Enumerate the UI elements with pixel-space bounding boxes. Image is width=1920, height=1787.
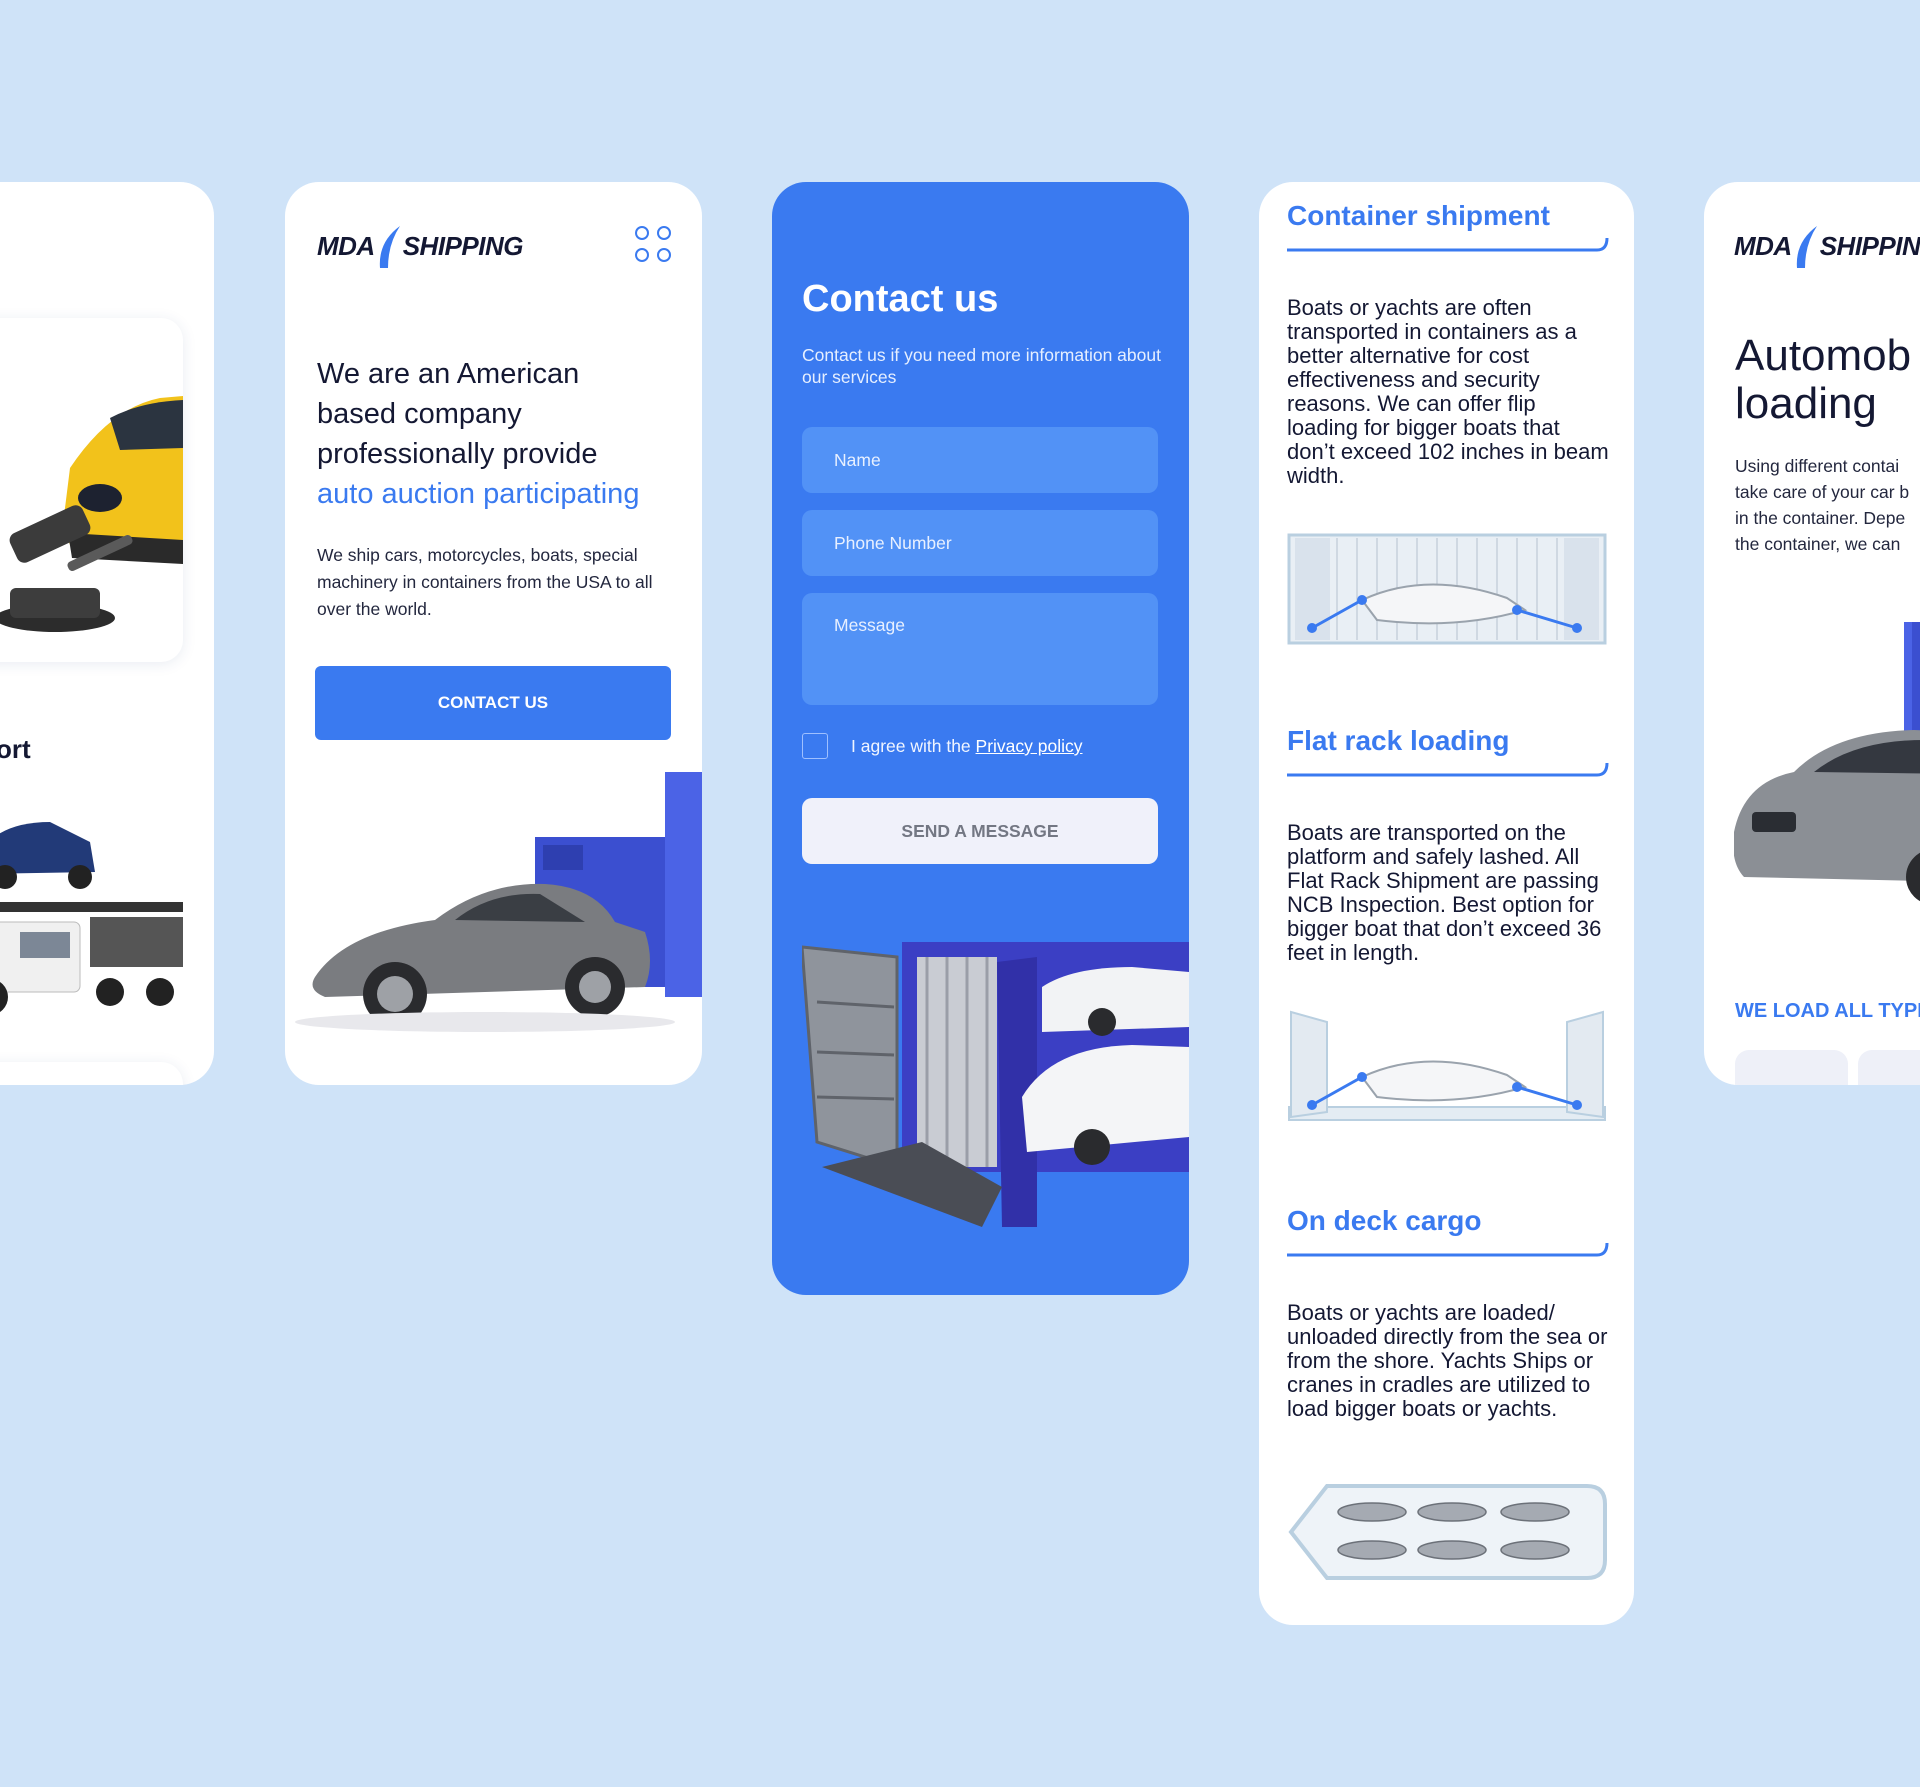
mda-shipping-logo[interactable]: MDA SHIPPING — [317, 222, 523, 270]
automobile-desc-line: the container, we can — [1735, 534, 1901, 554]
hero-description: We ship cars, motorcycles, boats, specia… — [317, 545, 653, 619]
name-input[interactable]: Name — [802, 427, 1158, 493]
logo-text-mda: MDA — [317, 230, 375, 261]
logo-swoosh-icon — [379, 226, 400, 268]
privacy-policy-link[interactable]: Privacy policy — [976, 736, 1083, 756]
logo-text-shipping: SHIPPING — [1819, 230, 1920, 261]
hero-card: MDA SHIPPING We are an American based co… — [285, 182, 702, 1085]
contact-us-button[interactable]: CONTACT US — [315, 666, 671, 740]
section-underline — [1287, 237, 1609, 252]
logo-text-mda: MDA — [1734, 230, 1792, 261]
services-card: ort — [0, 182, 214, 1085]
service-title: ort — [0, 734, 31, 764]
section-title: On deck cargo — [1287, 1205, 1482, 1236]
section-body: Boats or yachts are loaded/ unloaded dir… — [1287, 1300, 1608, 1421]
boat-shipping-card: Container shipment Boats or yachts are o… — [1259, 182, 1634, 1625]
privacy-agree-label: I agree with the Privacy policy — [851, 736, 1083, 757]
we-load-all-types-link[interactable]: WE LOAD ALL TYPE — [1735, 1000, 1920, 1023]
section-title: Flat rack loading — [1287, 725, 1510, 756]
section-title: Container shipment — [1287, 200, 1550, 231]
agree-text: I agree with the — [851, 736, 971, 756]
hero-title-accent: auto auction participating — [317, 478, 640, 510]
section-underline — [1287, 1242, 1609, 1257]
contact-subtitle: Contact us if you need more information … — [802, 345, 1161, 387]
automobile-desc-line: Using different contai — [1735, 456, 1900, 476]
vehicle-type-tab[interactable] — [1858, 1050, 1920, 1085]
service-panel[interactable] — [0, 1062, 183, 1085]
automobile-title-line: Automob — [1735, 331, 1912, 380]
section-body: Boats or yachts are often transported in… — [1287, 295, 1609, 488]
automobile-loading-card: MDA SHIPPING Automob loading Using diffe… — [1704, 182, 1920, 1085]
contact-title: Contact us — [802, 278, 999, 320]
ship-deck-boats-image — [1288, 1484, 1607, 1580]
flat-rack-boat-image — [1288, 1010, 1606, 1121]
car-container-image — [295, 772, 702, 1032]
automobile-desc-line: in the container. Depe — [1735, 508, 1906, 528]
send-message-button[interactable]: SEND A MESSAGE — [802, 798, 1158, 864]
bmw-car-container-image — [1734, 622, 1920, 902]
automobile-desc-line: take care of your car b — [1735, 482, 1910, 502]
mda-shipping-logo[interactable]: MDA SHIPPING — [1734, 222, 1920, 270]
section-body: Boats are transported on the platform an… — [1287, 820, 1602, 965]
logo-swoosh-icon — [1796, 226, 1817, 268]
menu-icon[interactable] — [635, 226, 673, 264]
vehicle-type-tab[interactable] — [1735, 1050, 1848, 1085]
hero-title-line: We are an American — [317, 358, 580, 390]
hero-title: We are an American based company profess… — [317, 354, 687, 514]
phone-input[interactable]: Phone Number — [802, 510, 1158, 576]
contact-card: Contact us Contact us if you need more i… — [772, 182, 1189, 1295]
container-boat-image — [1287, 533, 1607, 645]
automobile-title-line: loading — [1735, 379, 1877, 428]
auction-service-panel[interactable] — [0, 318, 183, 662]
hero-title-line: based company — [317, 398, 522, 430]
privacy-checkbox[interactable] — [802, 733, 828, 759]
hero-title-line: professionally provide — [317, 438, 598, 470]
car-carrier-truck-image — [0, 822, 183, 1012]
logo-text-shipping: SHIPPING — [402, 230, 524, 261]
auction-car-image — [0, 396, 183, 632]
automobile-description: Using different contai take care of your… — [1735, 453, 1920, 557]
car-transport-panel[interactable] — [0, 782, 183, 1037]
message-textarea[interactable]: Message — [802, 593, 1158, 705]
automobile-title: Automob loading — [1735, 332, 1920, 428]
section-underline — [1287, 762, 1609, 777]
open-container-cars-image — [802, 942, 1189, 1227]
